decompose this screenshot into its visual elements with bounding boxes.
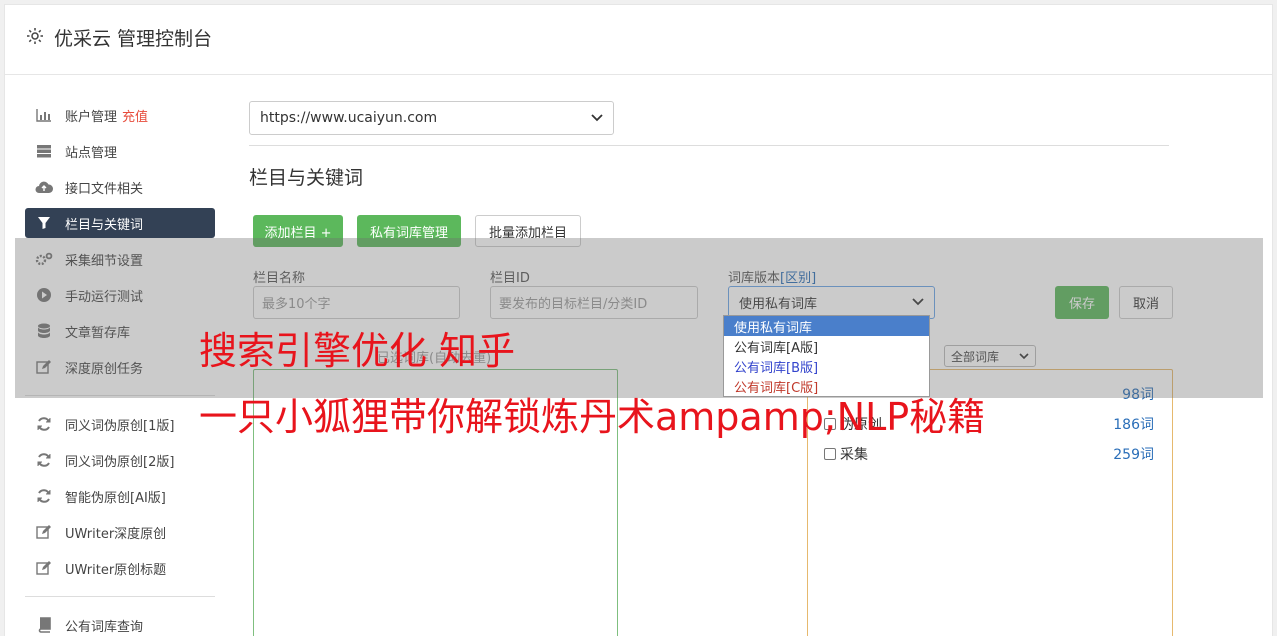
lib-name: 采集: [840, 447, 868, 463]
sidebar-item-label: UWriter深度原创: [65, 526, 167, 542]
sidebar-item-account[interactable]: 账户管理 充值: [25, 97, 215, 133]
sidebar-item-uwriter-title[interactable]: UWriter原创标题: [25, 550, 215, 586]
bar-chart-icon: [35, 106, 53, 124]
sidebar-item-interface[interactable]: 接口文件相关: [25, 169, 215, 205]
lib-version-dropdown[interactable]: 使用私有词库 公有词库[A版] 公有词库[B版] 公有词库[C版]: [723, 315, 930, 397]
sidebar-item-label: 智能伪原创[AI版]: [65, 490, 166, 506]
sidebar-item-sites[interactable]: 站点管理: [25, 133, 215, 169]
sidebar-item-synonym-v2[interactable]: 同义词伪原创[2版]: [25, 442, 215, 478]
lib-checkbox[interactable]: [824, 448, 836, 460]
section-title: 栏目与关键词: [249, 167, 364, 189]
dropdown-option[interactable]: 公有词库[B版]: [724, 356, 929, 376]
sidebar-item-uwriter-deep[interactable]: UWriter深度原创: [25, 514, 215, 550]
sidebar-divider: [25, 596, 215, 597]
server-icon: [35, 142, 53, 160]
cloud-upload-icon: [35, 178, 53, 196]
page-title: 优采云 管理控制台: [54, 28, 213, 50]
sidebar-item-label: 同义词伪原创[1版]: [65, 418, 175, 434]
sidebar-item-synonym-v1[interactable]: 同义词伪原创[1版]: [25, 406, 215, 442]
lib-count: 186词: [1113, 417, 1154, 433]
sidebar-item-columns[interactable]: 栏目与关键词: [25, 208, 215, 238]
sidebar-item-label: 公有词库查询: [65, 619, 144, 635]
watermark-line1: 搜索引擎优化 知乎: [199, 329, 516, 373]
watermark-line2: 一只小狐狸带你解锁炼丹术ampamp;NLP秘籍: [199, 395, 986, 439]
dropdown-option[interactable]: 使用私有词库: [724, 316, 929, 336]
sidebar-item-label: 站点管理: [65, 145, 118, 161]
list-item[interactable]: 采集 259词: [824, 444, 1154, 464]
site-select-value: https://www.ucaiyun.com: [260, 110, 438, 126]
dropdown-option[interactable]: 公有词库[A版]: [724, 336, 929, 356]
book-icon: [35, 616, 53, 634]
sidebar-item-label: 账户管理: [65, 109, 118, 125]
sidebar-item-public-lib[interactable]: 公有词库查询: [25, 607, 215, 636]
divider: [249, 145, 1169, 146]
sidebar-item-label: 栏目与关键词: [65, 217, 144, 233]
refresh-icon: [35, 415, 53, 433]
site-select[interactable]: https://www.ucaiyun.com: [249, 101, 614, 135]
edit-icon: [35, 523, 53, 541]
sidebar-item-label: UWriter原创标题: [65, 562, 167, 578]
edit-icon: [35, 559, 53, 577]
recharge-link[interactable]: 充值: [122, 106, 148, 125]
sidebar-item-label: 同义词伪原创[2版]: [65, 454, 175, 470]
lib-count: 259词: [1113, 447, 1154, 463]
refresh-icon: [35, 487, 53, 505]
sidebar-item-label: 接口文件相关: [65, 181, 144, 197]
refresh-icon: [35, 451, 53, 469]
chevron-down-icon: [591, 110, 603, 126]
filter-icon: [35, 214, 53, 232]
sidebar-item-ai-original[interactable]: 智能伪原创[AI版]: [25, 478, 215, 514]
header: 优采云 管理控制台: [5, 5, 1272, 75]
gear-icon: [25, 26, 45, 46]
